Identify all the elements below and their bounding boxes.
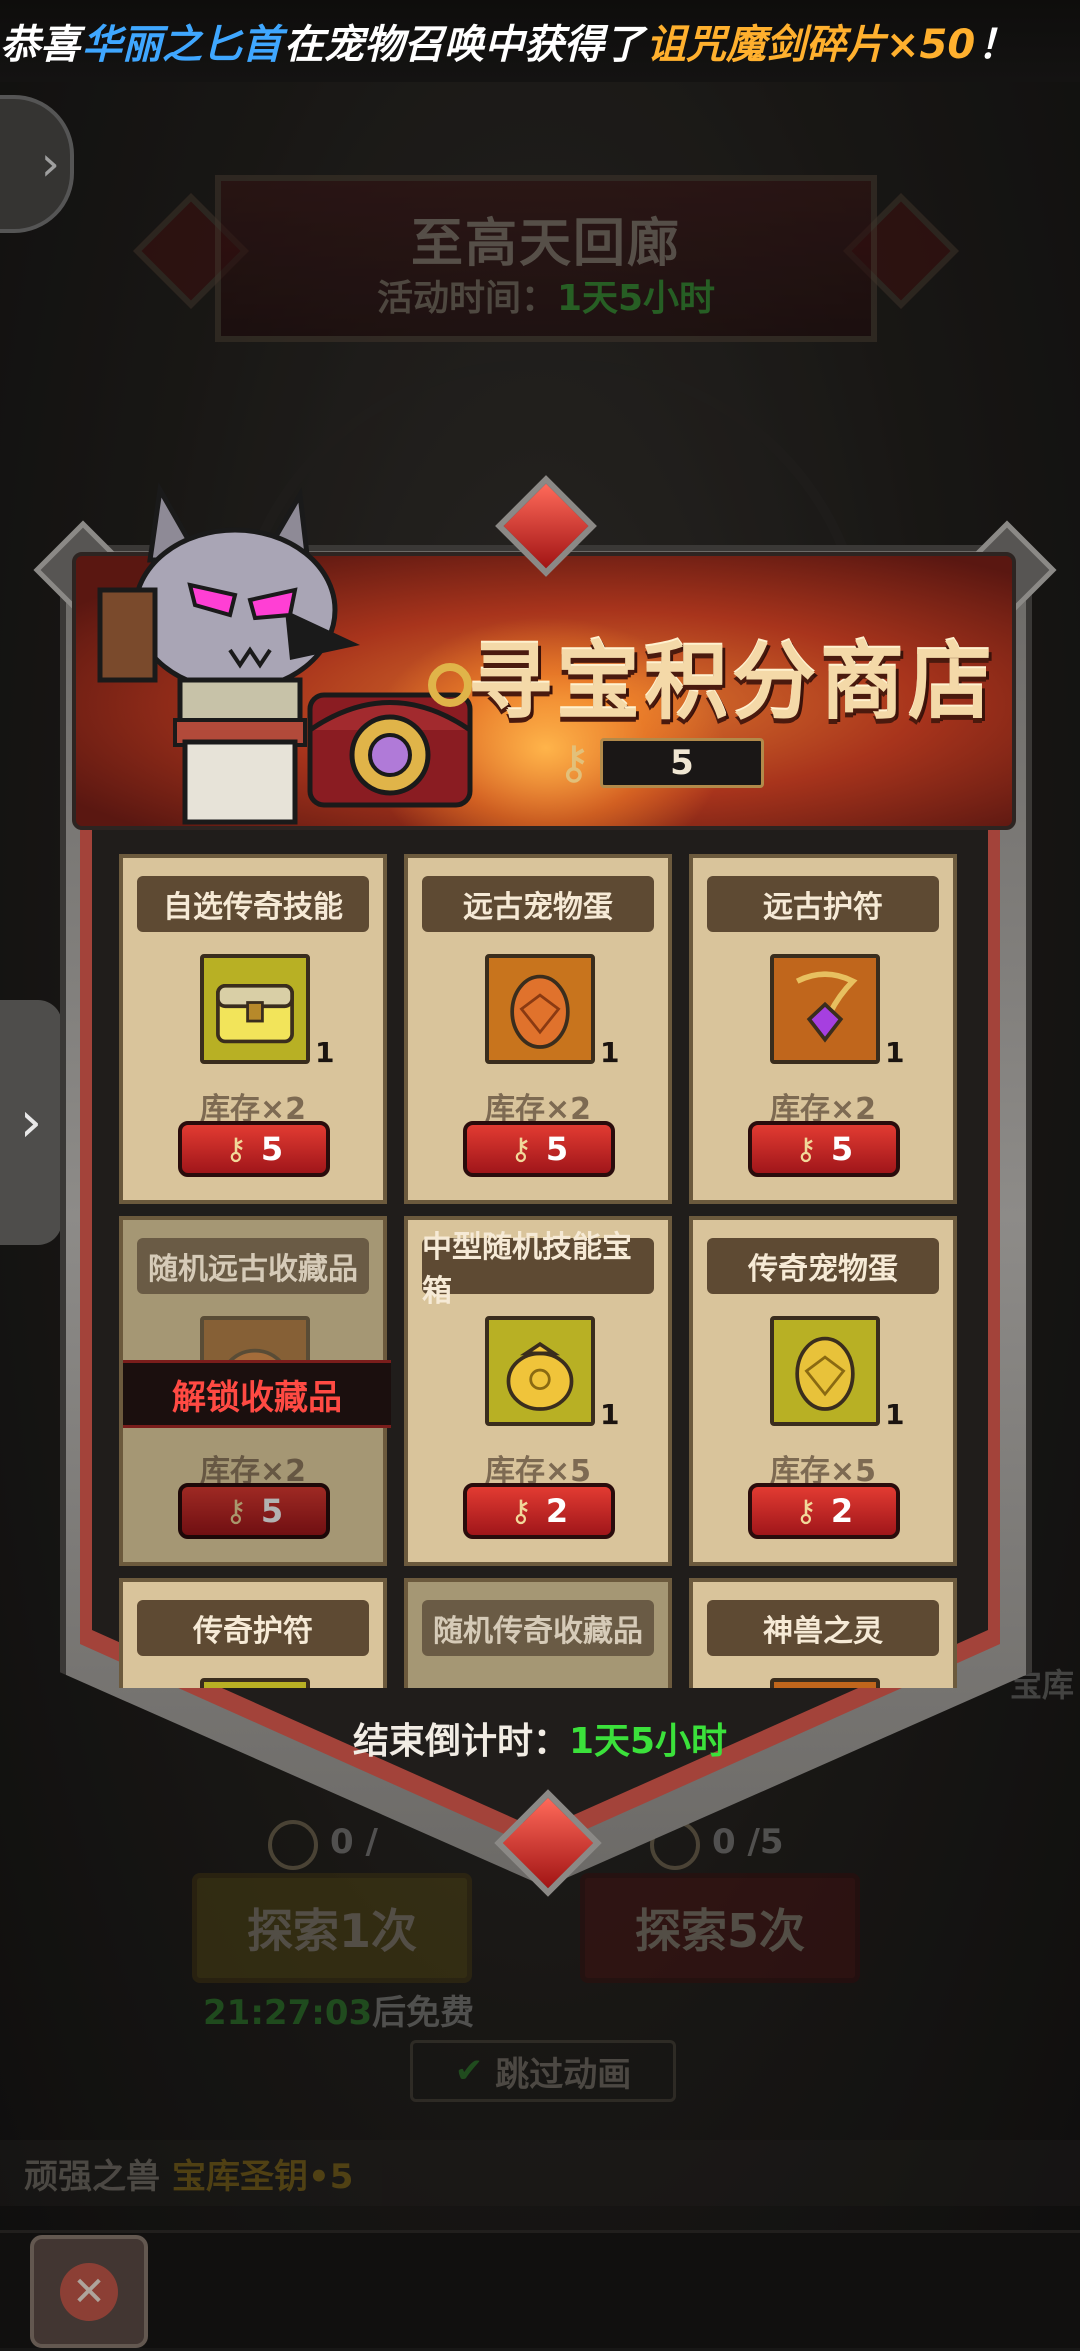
key-icon: ⚷ [509,1131,532,1167]
buy-button[interactable]: ⚷ 5 [178,1483,330,1539]
ticker-player: 华丽之匕首 [82,22,282,68]
spirit-icon [770,1678,880,1688]
buy-button[interactable]: ⚷ 2 [463,1483,615,1539]
treasure-chest-icon [307,663,473,808]
announcement-ticker: 恭喜 华丽之匕首 在宠物召唤中获得了 诅咒魔剑碎片×50 ！ [0,0,1080,82]
buy-button[interactable]: ⚷ 2 [748,1483,900,1539]
item-name: 中型随机技能宝箱 [422,1230,654,1309]
item-name: 神兽之灵 [707,1600,939,1656]
ticker-prefix: 恭喜 [0,22,80,68]
key-icon: ⚷ [224,1493,247,1529]
key-icon: ⚷ [509,1493,532,1529]
buy-button[interactable]: ⚷ 5 [748,1121,900,1177]
item-name: 远古宠物蛋 [422,876,654,932]
key-count: 5 [600,738,764,788]
ticker-item: 诅咒魔剑碎片×50 [646,22,976,68]
amulet-icon [200,1678,310,1688]
shop-item-card[interactable]: 中型随机技能宝箱 1 库存×5 ⚷ 2 [404,1216,672,1566]
item-price: 5 [260,1492,284,1530]
item-price: 5 [545,1130,569,1168]
item-quantity: 1 [885,1036,905,1069]
unlock-collectible-banner: 解锁收藏品 [123,1360,391,1428]
shop-item-card[interactable]: 神兽之灵 [689,1578,957,1688]
item-price: 2 [545,1492,569,1530]
key-icon: ⚷ [224,1131,247,1167]
buy-button[interactable]: ⚷ 5 [178,1121,330,1177]
shop-item-card[interactable]: 远古宠物蛋 1 库存×2 ⚷ 5 [404,854,672,1204]
chest-icon [200,954,310,1064]
side-drawer-tab[interactable]: › [0,1000,62,1245]
item-quantity: 1 [885,1398,905,1431]
chevron-right-icon: › [19,1090,43,1155]
item-quantity: 1 [315,1036,335,1069]
item-name: 传奇宠物蛋 [707,1238,939,1294]
item-quantity: 1 [600,1036,620,1069]
key-icon: ⚷ [794,1493,817,1529]
countdown-label: 结束倒计时： [352,1721,569,1762]
buy-button[interactable]: ⚷ 5 [463,1121,615,1177]
shop-title: 寻宝积分商店 [468,633,997,731]
shop-item-card[interactable]: 远古护符 1 库存×2 ⚷ 5 [689,854,957,1204]
shop-item-card[interactable]: 自选传奇技能 1 库存×2 ⚷ 5 [119,854,387,1204]
shop-item-card-locked[interactable]: 随机传奇收藏品 [404,1578,672,1688]
bag-icon [485,1316,595,1426]
item-quantity: 1 [600,1398,620,1431]
item-price: 5 [260,1130,284,1168]
item-price: 5 [830,1130,854,1168]
shop-item-grid[interactable]: 自选传奇技能 1 库存×2 ⚷ 5 远古宠物蛋 1 库存×2 ⚷ 5 远古护符 1 … [115,850,965,1688]
egg-icon [770,1316,880,1426]
item-name: 自选传奇技能 [137,876,369,932]
item-price: 2 [830,1492,854,1530]
item-name: 远古护符 [707,876,939,932]
shop-item-card[interactable]: 传奇护符 [119,1578,387,1688]
amulet-icon [770,954,880,1064]
shop-item-card[interactable]: 传奇宠物蛋 1 库存×5 ⚷ 2 [689,1216,957,1566]
item-name: 传奇护符 [137,1600,369,1656]
item-name: 随机传奇收藏品 [422,1600,654,1656]
key-icon: ⚷ [557,735,591,789]
egg-icon [485,954,595,1064]
ticker-suffix: ！ [977,22,1018,68]
key-icon: ⚷ [794,1131,817,1167]
countdown-value: 1天5小时 [568,1721,728,1762]
shop-countdown: 结束倒计时：1天5小时 [0,1712,1080,1764]
ticker-middle: 在宠物召唤中获得了 [284,22,644,68]
item-name: 随机远古收藏品 [137,1238,369,1294]
shop-item-card-locked[interactable]: 随机远古收藏品 解锁收藏品 库存×2 ⚷ 5 [119,1216,391,1566]
